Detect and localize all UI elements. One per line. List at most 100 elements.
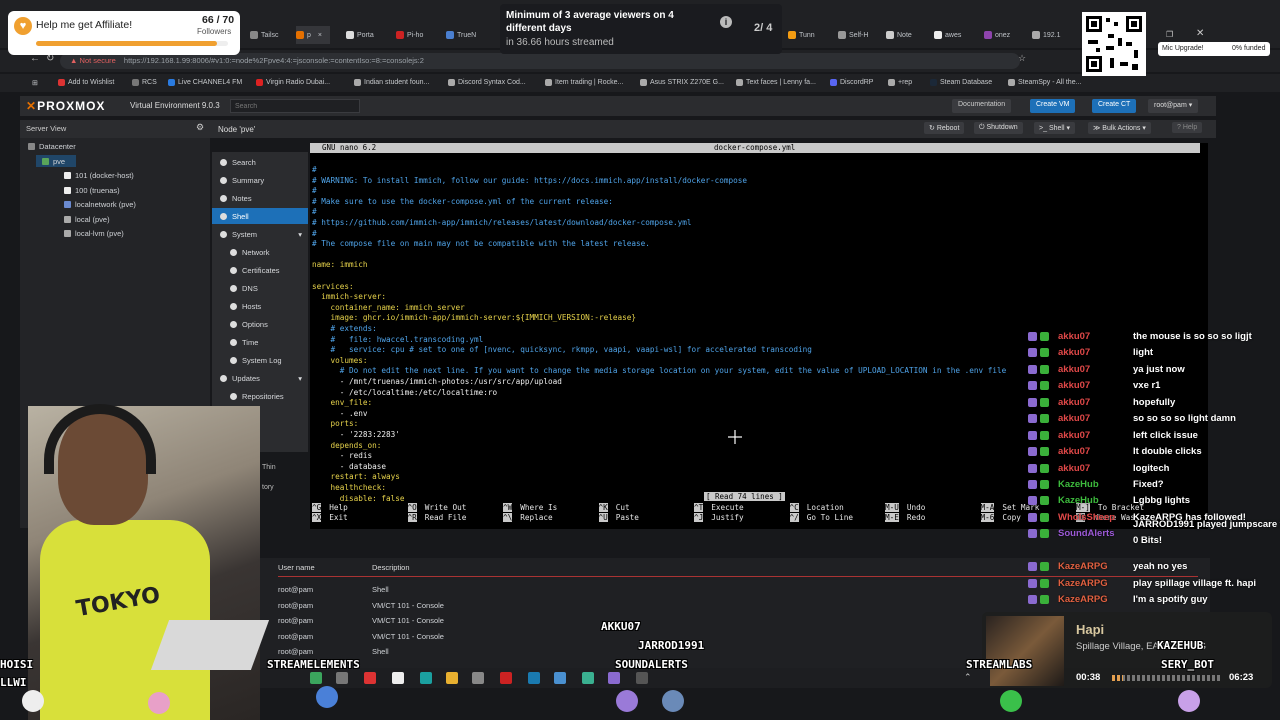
nav-item-system[interactable]: System ▾ (212, 226, 308, 242)
tree-item[interactable]: local (pve) (64, 215, 110, 224)
tree-item[interactable]: 101 (docker-host) (64, 171, 134, 180)
nav-item-shell[interactable]: Shell (212, 208, 308, 224)
nav-item-label: System (232, 229, 258, 239)
bookmark[interactable]: +rep (888, 79, 912, 86)
taskbar-app-icon[interactable] (500, 672, 512, 684)
chat-message: akku07 vxe r1 (1028, 377, 1160, 393)
taskbar-app-icon[interactable] (582, 672, 594, 684)
window-close-icon[interactable]: ✕ (1196, 28, 1204, 39)
window-restore-icon[interactable]: ❐ (1166, 30, 1173, 39)
taskbar-app-icon[interactable] (636, 672, 648, 684)
bookmark[interactable]: Indian student foun... (354, 79, 429, 86)
nav-item-certificates[interactable]: Certificates (212, 262, 308, 278)
chat-username: akku07 (1058, 330, 1091, 342)
nav-item-notes[interactable]: Notes (212, 190, 308, 206)
bookmark[interactable]: Asus STRIX Z270E G... (640, 79, 724, 86)
bulk-actions-button[interactable]: ≫ Bulk Actions ▾ (1088, 122, 1151, 134)
acrobat-icon[interactable] (364, 672, 376, 684)
shell-button[interactable]: >_ Shell ▾ (1034, 122, 1075, 134)
browser-tab[interactable]: 192.1 (1032, 26, 1076, 44)
search-input[interactable] (230, 99, 360, 113)
tree-item[interactable]: localnetwork (pve) (64, 200, 136, 209)
nav-item-options[interactable]: Options (212, 316, 308, 332)
browser-tab[interactable]: awes (934, 26, 974, 44)
browser-tab-active[interactable]: p × (296, 26, 330, 44)
edge-icon[interactable] (420, 672, 432, 684)
badge-icon (1028, 380, 1037, 390)
shortcut-key: M-A (980, 503, 995, 512)
user-menu-button[interactable]: root@pam ▾ (1148, 99, 1199, 113)
nav-item-hosts[interactable]: Hosts (212, 298, 308, 314)
nav-item-updates[interactable]: Updates ▾ (212, 370, 308, 386)
play-icon[interactable] (310, 672, 322, 684)
tree-item[interactable]: local-lvm (pve) (64, 229, 124, 238)
bookmark[interactable]: Add to Wishlist (58, 79, 114, 86)
create-ct-button[interactable]: Create CT (1092, 99, 1137, 113)
bookmark[interactable]: Item trading | Rocke... (545, 79, 623, 86)
chrome-icon[interactable] (446, 672, 458, 684)
bookmark-label: Text faces | Lenny fa... (746, 79, 816, 86)
shutdown-button[interactable]: ⏻ Shutdown (974, 122, 1023, 134)
bookmark[interactable]: Steam Database (930, 79, 992, 86)
shortcut-key: ^C (789, 503, 799, 512)
nav-item-network[interactable]: Network (212, 244, 308, 260)
bookmark[interactable]: Live CHANNEL4 FM (168, 79, 242, 86)
network-icon (230, 248, 237, 256)
tab-favicon-icon (396, 31, 404, 39)
file-icon[interactable] (392, 672, 404, 684)
shortcut-label: Read File (424, 513, 467, 522)
chat-text: hopefully (1133, 396, 1176, 408)
browser-tab[interactable]: Porta (346, 26, 386, 44)
bookmark[interactable]: Text faces | Lenny fa... (736, 79, 816, 86)
task-user: root@pam (278, 585, 314, 594)
browser-tab[interactable]: Self-H (838, 26, 878, 44)
browser-tab[interactable]: onez (984, 26, 1024, 44)
shortcut-label: Write Out (424, 503, 467, 512)
create-vm-button[interactable]: Create VM (1030, 99, 1076, 113)
bookmark[interactable]: Virgin Radio Dubai... (256, 79, 330, 86)
tab-label: p (307, 31, 311, 39)
chevron-down-icon[interactable]: ▾ (298, 230, 302, 239)
nav-item-time[interactable]: Time (212, 334, 308, 350)
chevron-up-icon[interactable]: ⌃ (964, 672, 972, 683)
nav-item-system-log[interactable]: System Log (212, 352, 308, 368)
tab-favicon-icon (446, 31, 454, 39)
nav-item-summary[interactable]: Summary (212, 172, 308, 188)
bookmark[interactable]: DiscordRP (830, 79, 873, 86)
address-bar[interactable]: ▲ Not secure https://192.168.1.99:8006/#… (60, 53, 1020, 69)
taskbar-app-icon[interactable] (472, 672, 484, 684)
tree-item[interactable]: Datacenter (28, 142, 76, 151)
bookmark[interactable]: RCS (132, 79, 157, 86)
chat-text: logitech (1133, 462, 1170, 474)
documentation-button[interactable]: Documentation (952, 99, 1012, 113)
browser-tab[interactable]: Note (886, 26, 926, 44)
close-icon[interactable]: × (318, 32, 322, 39)
tree-item[interactable]: pve (42, 157, 65, 166)
browser-tab[interactable]: TrueN (446, 26, 486, 44)
shortcut-label: Copy (1002, 513, 1021, 522)
tree-item[interactable]: 100 (truenas) (64, 186, 120, 195)
apps-icon[interactable]: ⊞ (32, 79, 38, 87)
server-view-select[interactable]: Server View (26, 124, 196, 136)
taskbar-app-icon[interactable] (336, 672, 348, 684)
browser-tab[interactable]: Pi-ho (396, 26, 436, 44)
nav-item-dns[interactable]: DNS (212, 280, 308, 296)
taskbar-app-icon[interactable] (528, 672, 540, 684)
chevron-down-icon[interactable]: ▾ (298, 374, 302, 383)
system-icon (220, 230, 227, 238)
column-header-description[interactable]: Description (372, 563, 410, 572)
bookmark[interactable]: SteamSpy - All the... (1008, 79, 1081, 86)
gear-icon[interactable]: ⚙ (196, 122, 204, 133)
reboot-button[interactable]: ↻ Reboot (924, 122, 965, 134)
taskbar-app-icon[interactable] (554, 672, 566, 684)
browser-tab[interactable]: Tunn (788, 26, 828, 44)
column-header-user[interactable]: User name (278, 563, 315, 572)
chat-message: akku07 ya just now (1028, 361, 1185, 377)
chat-text: so so so so light damn (1133, 412, 1236, 424)
browser-tab[interactable]: Tailsc (250, 26, 288, 44)
taskbar-app-icon[interactable] (608, 672, 620, 684)
nav-item-repositories[interactable]: Repositories (212, 388, 308, 404)
bookmark[interactable]: Discord Syntax Cod... (448, 79, 526, 86)
nav-item-search[interactable]: Search (212, 154, 308, 170)
help-button[interactable]: ? Help (1172, 122, 1203, 133)
